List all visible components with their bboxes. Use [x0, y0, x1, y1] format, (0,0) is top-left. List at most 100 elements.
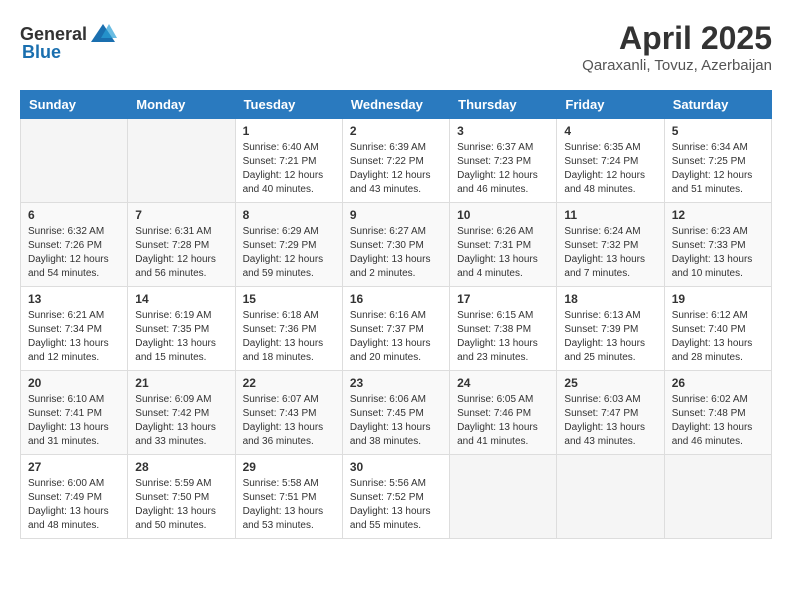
calendar-table: SundayMondayTuesdayWednesdayThursdayFrid… — [20, 90, 772, 539]
calendar-cell: 23 Sunrise: 6:06 AM Sunset: 7:45 PM Dayli… — [342, 371, 449, 455]
day-info: Sunrise: 6:07 AM Sunset: 7:43 PM Dayligh… — [243, 393, 335, 449]
calendar-cell: 5 Sunrise: 6:34 AM Sunset: 7:25 PM Daylig… — [664, 119, 771, 203]
calendar-cell: 28 Sunrise: 5:59 AM Sunset: 7:50 PM Dayli… — [128, 455, 235, 539]
day-number: 30 — [350, 460, 442, 474]
day-info: Sunrise: 6:29 AM Sunset: 7:29 PM Dayligh… — [243, 225, 335, 281]
day-info: Sunrise: 6:32 AM Sunset: 7:26 PM Dayligh… — [28, 225, 120, 281]
day-info: Sunrise: 6:15 AM Sunset: 7:38 PM Dayligh… — [457, 309, 549, 365]
day-number: 19 — [672, 292, 764, 306]
day-number: 5 — [672, 124, 764, 138]
calendar-cell: 27Sunrise: 6:00 AM Sunset: 7:49 PM Dayli… — [21, 455, 128, 539]
day-info: Sunrise: 6:24 AM Sunset: 7:32 PM Dayligh… — [564, 225, 656, 281]
calendar-cell: 13 Sunrise: 6:21 AM Sunset: 7:34 PM Dayli… — [21, 287, 128, 371]
calendar-cell: 18Sunrise: 6:13 AM Sunset: 7:39 PM Dayli… — [557, 287, 664, 371]
day-number: 3 — [457, 124, 549, 138]
day-info: Sunrise: 6:31 AM Sunset: 7:28 PM Dayligh… — [135, 225, 227, 281]
weekday-header-sunday: Sunday — [21, 91, 128, 119]
logo-blue: Blue — [22, 42, 61, 63]
calendar-cell: 15 Sunrise: 6:18 AM Sunset: 7:36 PM Dayli… — [235, 287, 342, 371]
day-info: Sunrise: 6:00 AM Sunset: 7:49 PM Dayligh… — [28, 477, 120, 533]
calendar-cell — [450, 455, 557, 539]
day-info: Sunrise: 6:23 AM Sunset: 7:33 PM Dayligh… — [672, 225, 764, 281]
calendar-cell: 20 Sunrise: 6:10 AM Sunset: 7:41 PM Dayli… — [21, 371, 128, 455]
day-number: 20 — [28, 376, 120, 390]
day-number: 9 — [350, 208, 442, 222]
calendar-cell: 7 Sunrise: 6:31 AM Sunset: 7:28 PM Daylig… — [128, 203, 235, 287]
day-number: 7 — [135, 208, 227, 222]
calendar-cell: 3 Sunrise: 6:37 AM Sunset: 7:23 PM Daylig… — [450, 119, 557, 203]
weekday-header-saturday: Saturday — [664, 91, 771, 119]
day-info: Sunrise: 6:27 AM Sunset: 7:30 PM Dayligh… — [350, 225, 442, 281]
calendar-cell: 4 Sunrise: 6:35 AM Sunset: 7:24 PM Daylig… — [557, 119, 664, 203]
day-number: 14 — [135, 292, 227, 306]
day-number: 26 — [672, 376, 764, 390]
day-info: Sunrise: 6:18 AM Sunset: 7:36 PM Dayligh… — [243, 309, 335, 365]
day-info: Sunrise: 6:26 AM Sunset: 7:31 PM Dayligh… — [457, 225, 549, 281]
day-info: Sunrise: 6:02 AM Sunset: 7:48 PM Dayligh… — [672, 393, 764, 449]
calendar-cell: 19 Sunrise: 6:12 AM Sunset: 7:40 PM Dayli… — [664, 287, 771, 371]
logo-icon — [89, 20, 117, 48]
day-info: Sunrise: 6:19 AM Sunset: 7:35 PM Dayligh… — [135, 309, 227, 365]
day-number: 25 — [564, 376, 656, 390]
calendar-cell: 14 Sunrise: 6:19 AM Sunset: 7:35 PM Dayli… — [128, 287, 235, 371]
day-number: 13 — [28, 292, 120, 306]
day-info: Sunrise: 6:34 AM Sunset: 7:25 PM Dayligh… — [672, 141, 764, 197]
day-number: 28 — [135, 460, 227, 474]
calendar-cell: 30 Sunrise: 5:56 AM Sunset: 7:52 PM Dayli… — [342, 455, 449, 539]
day-info: Sunrise: 6:03 AM Sunset: 7:47 PM Dayligh… — [564, 393, 656, 449]
weekday-header-thursday: Thursday — [450, 91, 557, 119]
calendar-cell: 24Sunrise: 6:05 AM Sunset: 7:46 PM Dayli… — [450, 371, 557, 455]
calendar-cell: 2 Sunrise: 6:39 AM Sunset: 7:22 PM Daylig… — [342, 119, 449, 203]
day-info: Sunrise: 6:21 AM Sunset: 7:34 PM Dayligh… — [28, 309, 120, 365]
title-block: April 2025 Qaraxanli, Tovuz, Azerbaijan — [582, 20, 772, 74]
weekday-header-friday: Friday — [557, 91, 664, 119]
day-number: 8 — [243, 208, 335, 222]
day-info: Sunrise: 5:56 AM Sunset: 7:52 PM Dayligh… — [350, 477, 442, 533]
day-number: 24 — [457, 376, 549, 390]
day-info: Sunrise: 5:59 AM Sunset: 7:50 PM Dayligh… — [135, 477, 227, 533]
calendar-cell: 6 Sunrise: 6:32 AM Sunset: 7:26 PM Daylig… — [21, 203, 128, 287]
day-number: 18 — [564, 292, 656, 306]
day-info: Sunrise: 6:10 AM Sunset: 7:41 PM Dayligh… — [28, 393, 120, 449]
weekday-header-wednesday: Wednesday — [342, 91, 449, 119]
day-number: 6 — [28, 208, 120, 222]
calendar-cell: 9 Sunrise: 6:27 AM Sunset: 7:30 PM Daylig… — [342, 203, 449, 287]
month-year: April 2025 — [582, 20, 772, 57]
calendar-cell — [128, 119, 235, 203]
day-number: 21 — [135, 376, 227, 390]
location: Qaraxanli, Tovuz, Azerbaijan — [582, 57, 772, 74]
calendar-cell: 8 Sunrise: 6:29 AM Sunset: 7:29 PM Daylig… — [235, 203, 342, 287]
day-number: 22 — [243, 376, 335, 390]
day-info: Sunrise: 6:37 AM Sunset: 7:23 PM Dayligh… — [457, 141, 549, 197]
day-info: Sunrise: 6:06 AM Sunset: 7:45 PM Dayligh… — [350, 393, 442, 449]
day-number: 10 — [457, 208, 549, 222]
day-number: 2 — [350, 124, 442, 138]
day-number: 23 — [350, 376, 442, 390]
weekday-header-tuesday: Tuesday — [235, 91, 342, 119]
calendar-cell: 21Sunrise: 6:09 AM Sunset: 7:42 PM Dayli… — [128, 371, 235, 455]
calendar-cell: 22 Sunrise: 6:07 AM Sunset: 7:43 PM Dayli… — [235, 371, 342, 455]
calendar-cell — [664, 455, 771, 539]
day-info: Sunrise: 6:12 AM Sunset: 7:40 PM Dayligh… — [672, 309, 764, 365]
calendar-cell: 1Sunrise: 6:40 AM Sunset: 7:21 PM Daylig… — [235, 119, 342, 203]
calendar-cell: 12 Sunrise: 6:23 AM Sunset: 7:33 PM Dayli… — [664, 203, 771, 287]
day-info: Sunrise: 6:39 AM Sunset: 7:22 PM Dayligh… — [350, 141, 442, 197]
day-number: 29 — [243, 460, 335, 474]
calendar-cell: 26 Sunrise: 6:02 AM Sunset: 7:48 PM Dayli… — [664, 371, 771, 455]
day-info: Sunrise: 6:40 AM Sunset: 7:21 PM Dayligh… — [243, 141, 335, 197]
calendar-cell — [21, 119, 128, 203]
day-number: 12 — [672, 208, 764, 222]
day-number: 16 — [350, 292, 442, 306]
calendar-cell: 10 Sunrise: 6:26 AM Sunset: 7:31 PM Dayli… — [450, 203, 557, 287]
logo: General Blue — [20, 20, 117, 63]
day-number: 15 — [243, 292, 335, 306]
calendar-cell: 11Sunrise: 6:24 AM Sunset: 7:32 PM Dayli… — [557, 203, 664, 287]
calendar-cell: 29 Sunrise: 5:58 AM Sunset: 7:51 PM Dayli… — [235, 455, 342, 539]
page-header: General Blue April 2025 Qaraxanli, Tovuz… — [20, 20, 772, 74]
day-number: 4 — [564, 124, 656, 138]
day-info: Sunrise: 6:16 AM Sunset: 7:37 PM Dayligh… — [350, 309, 442, 365]
calendar-cell — [557, 455, 664, 539]
day-number: 17 — [457, 292, 549, 306]
day-info: Sunrise: 6:35 AM Sunset: 7:24 PM Dayligh… — [564, 141, 656, 197]
day-info: Sunrise: 5:58 AM Sunset: 7:51 PM Dayligh… — [243, 477, 335, 533]
